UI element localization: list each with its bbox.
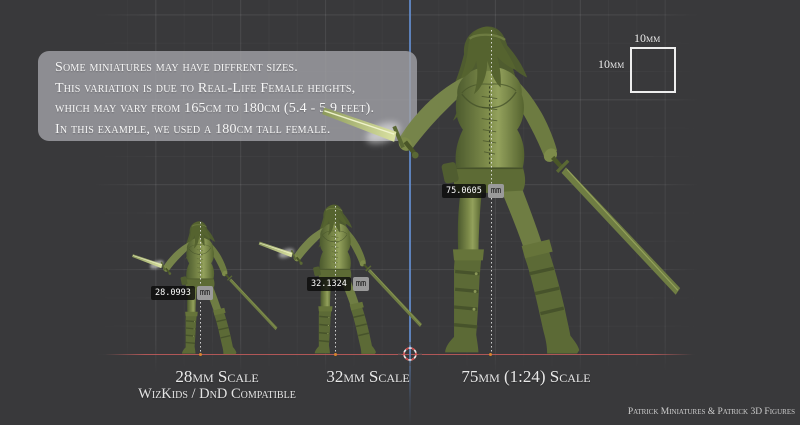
measurement-badge-28mm: 28.0993 mm xyxy=(151,286,213,300)
measurement-value: 32.1324 xyxy=(307,277,351,291)
scale-label-75mm: 75mm (1:24) Scale xyxy=(461,367,590,387)
3d-cursor-icon[interactable] xyxy=(397,341,423,367)
footer-credit: Patrick Miniatures & Patrick 3D Figures xyxy=(628,407,795,417)
measurement-value: 28.0993 xyxy=(151,286,195,300)
viewport[interactable]: Some miniatures may have diffrent sizes.… xyxy=(0,0,800,425)
measurement-unit: mm xyxy=(197,286,213,300)
measurement-badge-75mm: 75.0605 mm xyxy=(442,184,504,198)
scale-label-28mm: 28mm Scale xyxy=(175,367,258,387)
measurement-unit: mm xyxy=(488,184,504,198)
scale-label-32mm: 32mm Scale xyxy=(326,367,409,387)
measurement-badge-32mm: 32.1324 mm xyxy=(307,277,369,291)
origin-dot-32mm xyxy=(334,353,337,356)
origin-dot-75mm xyxy=(489,353,492,356)
origin-dot-28mm xyxy=(199,353,202,356)
scale-sublabel-28mm: WizKids / DnD Compatible xyxy=(138,386,296,403)
measurement-unit: mm xyxy=(353,277,369,291)
measurement-value: 75.0605 xyxy=(442,184,486,198)
